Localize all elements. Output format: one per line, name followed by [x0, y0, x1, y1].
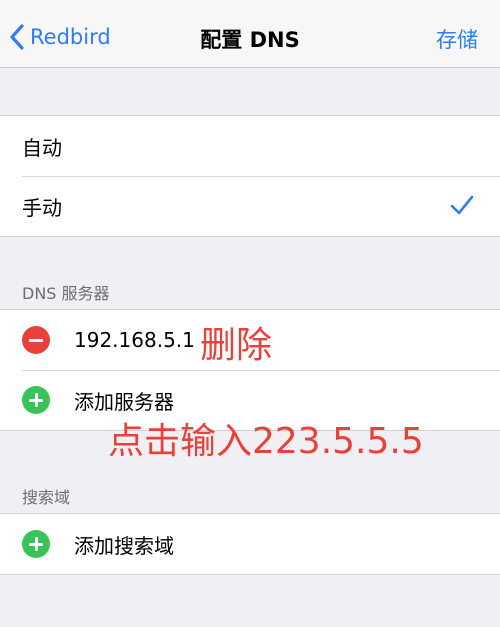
add-search-domain-button[interactable] [22, 530, 50, 558]
add-search-domain-row[interactable]: 添加搜索域 [0, 514, 500, 574]
add-server-label: 添加服务器 [74, 389, 174, 414]
checkmark-icon [450, 195, 474, 215]
add-server-button[interactable] [22, 386, 50, 414]
mode-option-label: 自动 [22, 135, 62, 160]
mode-option-automatic[interactable]: 自动 [0, 116, 500, 176]
mode-option-manual[interactable]: 手动 [0, 176, 500, 236]
dns-server-address[interactable]: 192.168.5.1 [74, 328, 195, 352]
search-domains-group: 添加搜索域 [0, 513, 500, 575]
remove-server-button[interactable] [22, 326, 50, 354]
search-domains-header: 搜索域 [22, 488, 71, 507]
mode-option-label: 手动 [22, 195, 62, 220]
page-title: 配置 DNS [200, 28, 300, 52]
dns-servers-header: DNS 服务器 [22, 284, 110, 303]
add-search-domain-label: 添加搜索域 [74, 533, 174, 558]
delete-annotation: 删除 [200, 325, 273, 366]
save-button[interactable]: 存储 [436, 24, 478, 54]
input-annotation: 点击输入223.5.5.5 [108, 421, 424, 462]
minus-icon [29, 338, 43, 342]
dns-mode-group: 自动 手动 [0, 115, 500, 237]
navigation-bar: Redbird 配置 DNS 存储 [0, 0, 500, 68]
